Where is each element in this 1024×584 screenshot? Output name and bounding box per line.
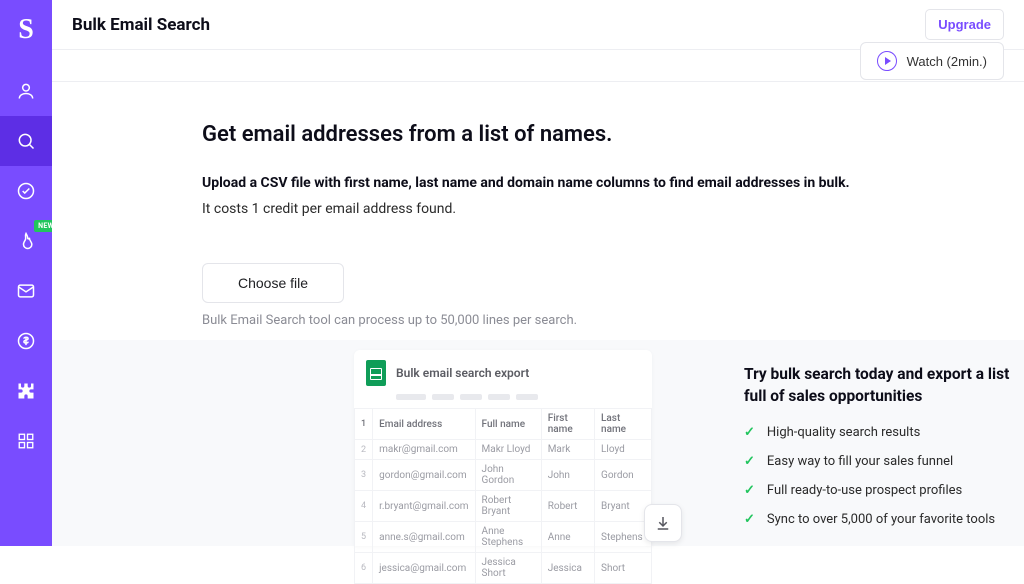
flame-icon <box>16 231 36 251</box>
sidebar: S NEW <box>0 0 52 546</box>
choose-file-button[interactable]: Choose file <box>202 263 344 303</box>
sheet-toolbar-placeholder <box>354 394 652 408</box>
promo-heading: Try bulk search today and export a list … <box>744 364 1024 407</box>
table-row: 5anne.s@gmail.comAnne StephensAnneStephe… <box>355 522 652 553</box>
mail-icon <box>16 281 36 301</box>
check-icon: ✓ <box>744 483 755 498</box>
promo-text: Try bulk search today and export a list … <box>744 364 1024 546</box>
play-icon <box>877 51 897 71</box>
puzzle-icon <box>16 381 36 401</box>
sidebar-item-verify[interactable] <box>0 166 52 216</box>
promo-bullet: ✓Easy way to fill your sales funnel <box>744 454 1024 469</box>
check-icon: ✓ <box>744 425 755 440</box>
hint-text: Bulk Email Search tool can process up to… <box>202 313 1024 328</box>
dollar-icon <box>16 331 36 351</box>
search-icon <box>16 131 36 151</box>
table-header-row: 1 Email address Full name First name Las… <box>355 409 652 440</box>
sidebar-item-billing[interactable] <box>0 316 52 366</box>
sidebar-item-warmup[interactable]: NEW <box>0 216 52 266</box>
promo-bullet: ✓Sync to over 5,000 of your favorite too… <box>744 512 1024 527</box>
promo-section: Bulk email search export 1 Email address… <box>52 340 1024 546</box>
main-heading: Get email addresses from a list of names… <box>202 122 1024 147</box>
user-icon <box>16 81 36 101</box>
sub-heading: Upload a CSV file with first name, last … <box>202 175 1024 191</box>
sidebar-item-search[interactable] <box>0 116 52 166</box>
watch-label: Watch (2min.) <box>907 54 987 69</box>
sheets-icon <box>366 360 386 386</box>
table-row: 4r.bryant@gmail.comRobert BryantRobertBr… <box>355 491 652 522</box>
check-icon: ✓ <box>744 512 755 527</box>
promo-bullet: ✓High-quality search results <box>744 425 1024 440</box>
page-title: Bulk Email Search <box>72 15 210 35</box>
table-row: 2makr@gmail.comMakr LloydMarkLloyd <box>355 440 652 460</box>
sheet-title: Bulk email search export <box>396 366 529 380</box>
cost-text: It costs 1 credit per email address foun… <box>202 201 1024 217</box>
download-icon <box>654 514 672 532</box>
sidebar-item-profile[interactable] <box>0 66 52 116</box>
grid-icon <box>17 432 35 450</box>
promo-preview-sheet: Bulk email search export 1 Email address… <box>354 350 652 546</box>
preview-table: 1 Email address Full name First name Las… <box>354 408 652 584</box>
promo-bullet-list: ✓High-quality search results ✓Easy way t… <box>744 425 1024 527</box>
download-button[interactable] <box>644 504 682 542</box>
sidebar-item-apps[interactable] <box>0 416 52 466</box>
sidebar-item-mail[interactable] <box>0 266 52 316</box>
table-row: 6jessica@gmail.comJessica ShortJessicaSh… <box>355 553 652 584</box>
watch-button[interactable]: Watch (2min.) <box>860 42 1004 80</box>
sidebar-item-extensions[interactable] <box>0 366 52 416</box>
promo-bullet: ✓Full ready-to-use prospect profiles <box>744 483 1024 498</box>
upgrade-button[interactable]: Upgrade <box>925 9 1004 40</box>
check-circle-icon <box>16 181 36 201</box>
check-icon: ✓ <box>744 454 755 469</box>
table-row: 3gordon@gmail.comJohn GordonJohnGordon <box>355 460 652 491</box>
logo[interactable]: S <box>18 14 34 46</box>
tutorial-bar: Watch (2min.) <box>52 50 1024 82</box>
